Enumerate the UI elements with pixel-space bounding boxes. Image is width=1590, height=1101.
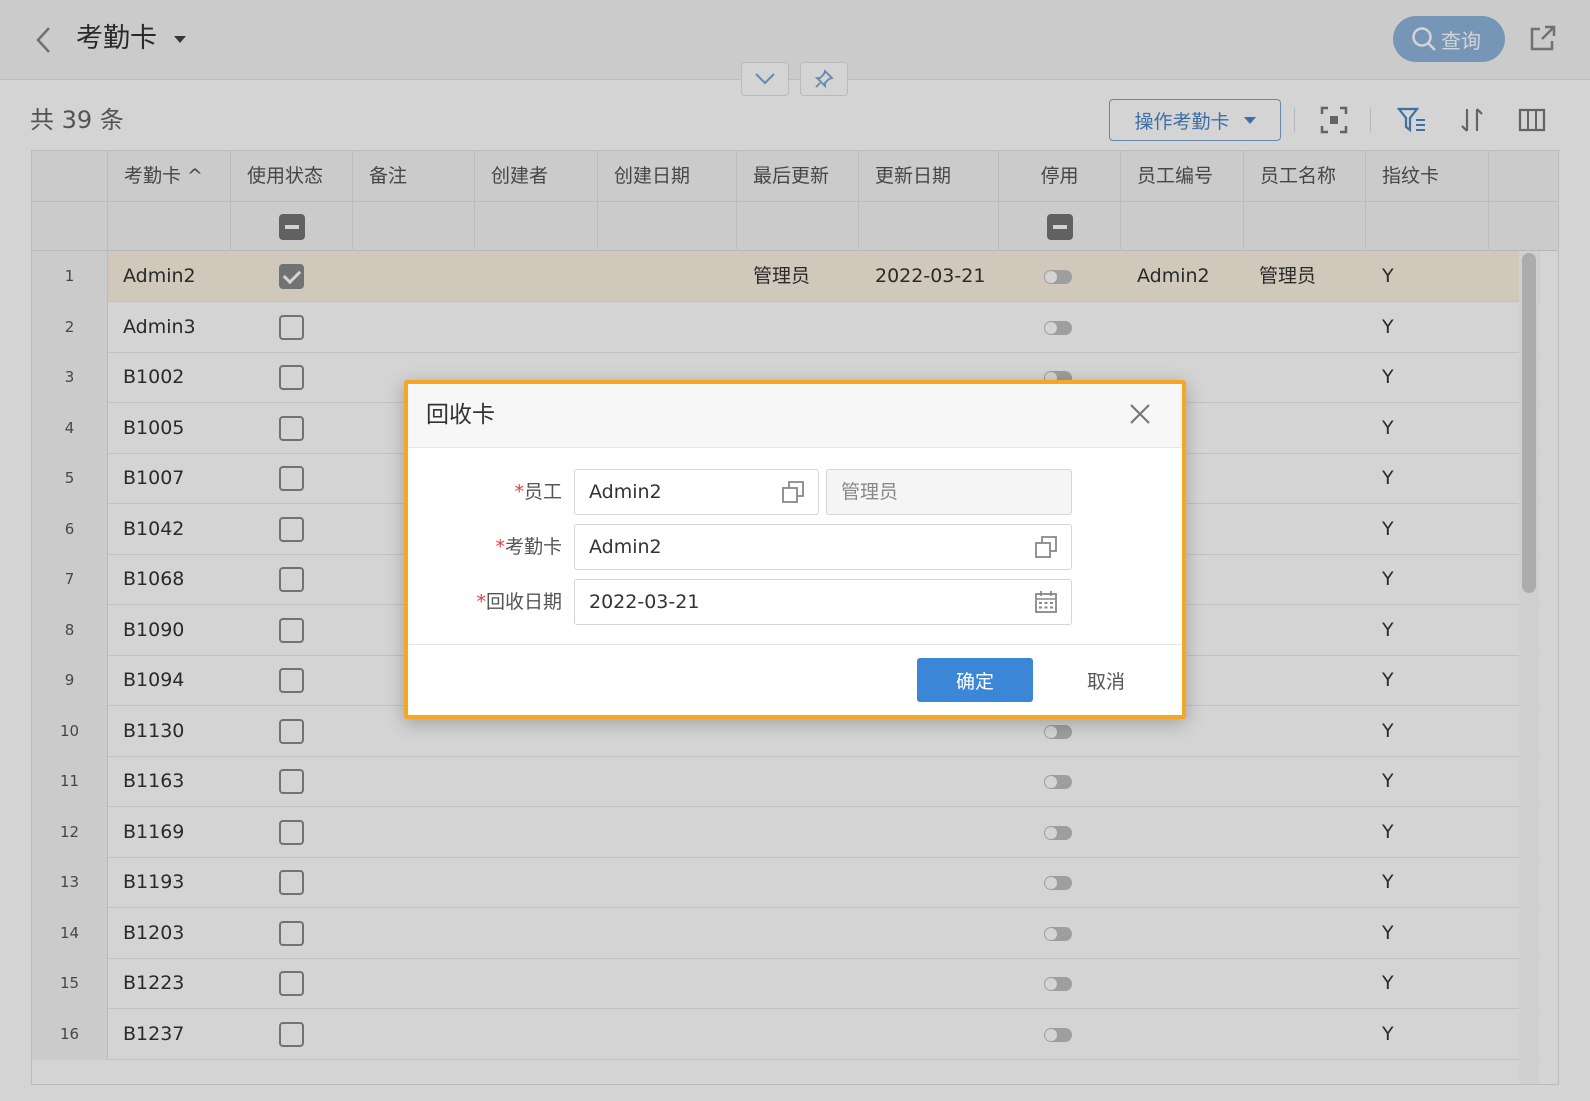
employee-code-value: Admin2 [589,481,662,503]
confirm-button[interactable]: 确定 [917,658,1033,702]
recycle-card-dialog: 回收卡 *员工 Admin2 管理员 *考勤卡 Admin2 *回收日期 202… [404,380,1186,719]
date-value: 2022-03-21 [589,591,700,613]
employee-code-field[interactable]: Admin2 [574,469,819,515]
employee-label: *员工 [514,481,562,503]
required-mark: * [495,536,505,558]
calendar-icon[interactable] [1034,590,1058,614]
lookup-icon[interactable] [781,480,805,504]
employee-name-value: 管理员 [841,481,899,503]
dialog-title: 回收卡 [426,402,495,428]
employee-name-field: 管理员 [826,469,1072,515]
card-field[interactable]: Admin2 [574,524,1072,570]
cancel-button[interactable]: 取消 [1068,658,1144,702]
lookup-icon[interactable] [1034,535,1058,559]
dialog-footer-divider [408,644,1182,645]
card-value: Admin2 [589,536,662,558]
recycle-date-field[interactable]: 2022-03-21 [574,579,1072,625]
card-label: *考勤卡 [495,536,562,558]
date-label: *回收日期 [476,591,562,613]
close-icon[interactable] [1126,400,1154,428]
required-mark: * [514,481,524,503]
required-mark: * [476,591,486,613]
dialog-header: 回收卡 [408,384,1182,448]
